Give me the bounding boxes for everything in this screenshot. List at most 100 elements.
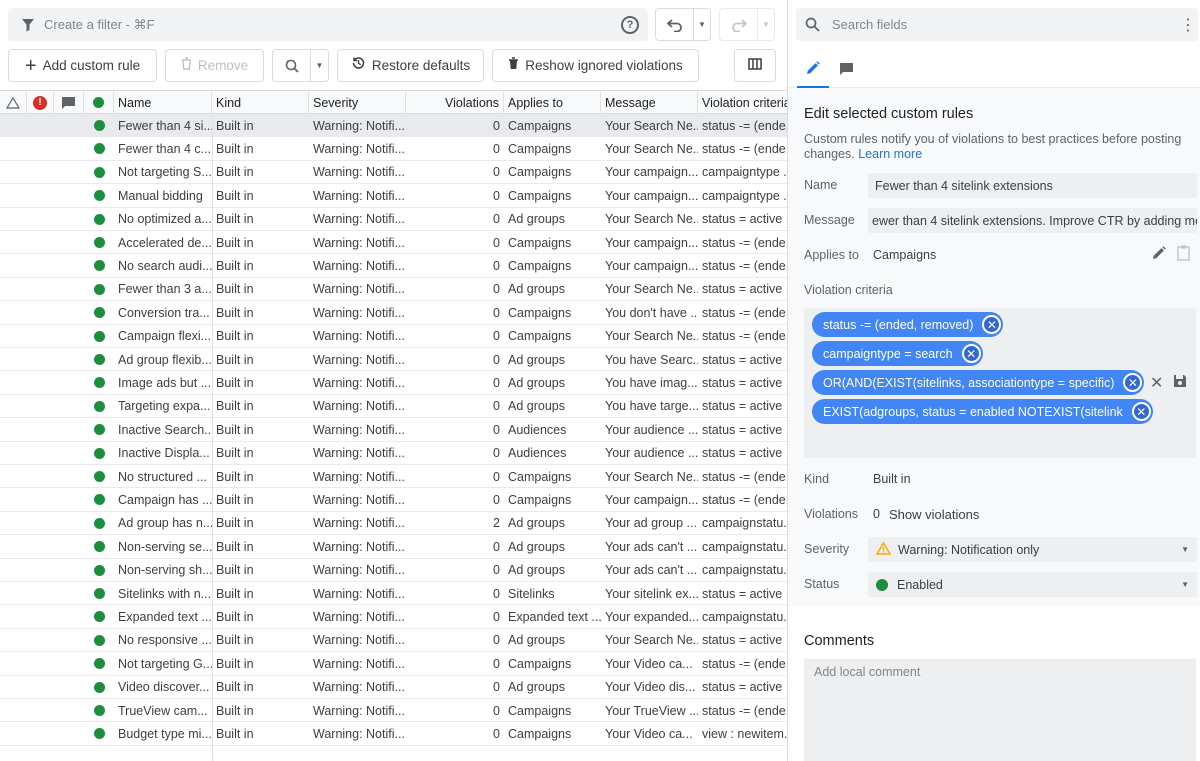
table-row[interactable]: Budget type mi... Built in Warning: Notifi… (0, 722, 787, 746)
remove-button[interactable]: Remove (165, 49, 264, 82)
cell-applies-to: Ad groups (508, 680, 565, 695)
filter-input[interactable]: Create a filter - ⌘F (44, 17, 621, 33)
redo-button-group[interactable]: ▼ (719, 8, 775, 41)
header-violations[interactable]: Violations (406, 91, 504, 114)
cell-violations: 0 (493, 235, 500, 250)
table-row[interactable]: No optimized a... Built in Warning: Notifi… (0, 208, 787, 231)
table-row[interactable]: Targeting expa... Built in Warning: Notifi… (0, 395, 787, 419)
clipboard-icon[interactable] (1177, 245, 1190, 264)
table-row[interactable]: Campaign flexi... Built in Warning: Notifi… (0, 325, 787, 348)
dropdown-arrow-icon: ▼ (1181, 580, 1189, 589)
table-row[interactable]: Non-serving se... Built in Warning: Notifi… (0, 535, 787, 559)
table-row[interactable]: Not targeting G... Built in Warning: Notif… (0, 652, 787, 676)
header-name[interactable]: Name (114, 91, 212, 114)
cell-kind: Built in (216, 422, 254, 437)
cell-severity: Warning: Notifi... (313, 212, 405, 227)
redo-icon[interactable] (720, 9, 758, 40)
tab-edit[interactable] (797, 53, 829, 88)
save-icon[interactable] (1173, 374, 1187, 391)
table-row[interactable]: Inactive Displa... Built in Warning: Notif… (0, 442, 787, 465)
name-field[interactable]: Fewer than 4 sitelink extensions (868, 173, 1197, 198)
table-row[interactable]: Non-serving sh... Built in Warning: Notifi… (0, 559, 787, 582)
chip-remove-icon[interactable]: ✕ (961, 344, 981, 363)
local-comment-input[interactable]: Add local comment (804, 659, 1196, 761)
show-violations-link[interactable]: Show violations (889, 507, 979, 522)
edit-pencil-icon[interactable] (1152, 246, 1166, 263)
table-row[interactable]: Video discover... Built in Warning: Notifi… (0, 676, 787, 699)
cell-applies-to: Campaigns (508, 329, 572, 344)
enabled-status-icon (84, 301, 114, 324)
cell-criteria: status = active ... (702, 422, 787, 437)
table-row[interactable]: Ad group flexib... Built in Warning: Notif… (0, 348, 787, 372)
table-row[interactable]: Fewer than 4 si... Built in Warning: Notif… (0, 114, 787, 138)
table-row[interactable]: TrueView cam... Built in Warning: Notifi..… (0, 699, 787, 723)
rule-editor: Edit selected custom rules Custom rules … (788, 88, 1200, 606)
status-column-icon[interactable] (84, 91, 114, 114)
undo-dropdown-icon[interactable]: ▼ (694, 9, 710, 40)
header-severity[interactable]: Severity (309, 91, 406, 114)
table-row[interactable]: No search audi... Built in Warning: Notifi… (0, 254, 787, 278)
search-fields-bar[interactable]: Search fields ⋮ (796, 8, 1198, 41)
header-applies-to[interactable]: Applies to (504, 91, 601, 114)
tab-comments[interactable] (830, 53, 862, 88)
learn-more-link[interactable]: Learn more (858, 147, 922, 161)
redo-dropdown-icon[interactable]: ▼ (758, 9, 774, 40)
columns-button[interactable] (734, 49, 776, 82)
severity-select[interactable]: Warning: Notification only ▼ (868, 537, 1197, 562)
table-row[interactable]: Ad group has n... Built in Warning: Notifi… (0, 512, 787, 536)
table-row[interactable]: Fewer than 3 a... Built in Warning: Notifi… (0, 278, 787, 302)
comment-column-icon[interactable] (54, 91, 84, 114)
cell-message: Your TrueView ... (605, 703, 698, 718)
table-row[interactable]: Sitelinks with n... Built in Warning: Noti… (0, 582, 787, 606)
header-violation-criteria[interactable]: Violation criteria (698, 91, 787, 114)
help-icon[interactable]: ? (621, 15, 639, 34)
header-message[interactable]: Message (601, 91, 698, 114)
search-replace-icon[interactable] (273, 50, 311, 81)
undo-button-group[interactable]: ▼ (655, 8, 711, 41)
table-row[interactable]: Accelerated de... Built in Warning: Notifi… (0, 231, 787, 255)
table-row[interactable]: Image ads but ... Built in Warning: Notifi… (0, 371, 787, 395)
undo-icon[interactable] (656, 9, 694, 40)
chip-remove-icon[interactable]: ✕ (982, 315, 1002, 334)
cell-applies-to: Campaigns (508, 469, 572, 484)
criteria-chip[interactable]: campaigntype = search ✕ (812, 341, 983, 366)
table-row[interactable]: Inactive Search... Built in Warning: Notif… (0, 418, 787, 442)
cell-name: Inactive Search... (118, 422, 212, 437)
error-column-icon[interactable]: ! (27, 91, 54, 114)
cell-kind: Built in (216, 516, 254, 531)
search-replace-button[interactable]: ▼ (272, 49, 329, 82)
cell-violations: 0 (493, 282, 500, 297)
header-kind[interactable]: Kind (212, 91, 309, 114)
table-row[interactable]: Campaign has ... Built in Warning: Notifi.… (0, 488, 787, 512)
table-row[interactable]: Expanded text ... Built in Warning: Notifi… (0, 605, 787, 629)
cell-kind: Built in (216, 586, 254, 601)
clear-icon[interactable]: ✕ (1150, 373, 1163, 393)
criteria-chip-label: OR(AND(EXIST(sitelinks, associationtype … (823, 375, 1115, 390)
table-row[interactable]: Conversion tra... Built in Warning: Notifi… (0, 301, 787, 325)
add-custom-rule-button[interactable]: + Add custom rule (8, 49, 157, 82)
table-row[interactable]: Fewer than 4 c... Built in Warning: Notifi… (0, 137, 787, 161)
cell-applies-to: Campaigns (508, 235, 572, 250)
filter-bar[interactable]: Create a filter - ⌘F ? (8, 8, 648, 41)
search-fields-input[interactable]: Search fields (828, 17, 1178, 32)
warning-column-icon[interactable] (0, 91, 27, 114)
chip-remove-icon[interactable]: ✕ (1131, 402, 1151, 421)
search-replace-dropdown-icon[interactable]: ▼ (311, 61, 328, 70)
table-row[interactable]: No responsive ... Built in Warning: Notifi… (0, 629, 787, 653)
violation-criteria-box[interactable]: status -= (ended, removed) ✕ campaigntyp… (804, 308, 1196, 458)
table-row[interactable]: No structured ... Built in Warning: Notifi… (0, 465, 787, 489)
more-vert-icon[interactable]: ⋮ (1178, 15, 1198, 35)
criteria-chip[interactable]: OR(AND(EXIST(sitelinks, associationtype … (812, 370, 1145, 395)
chip-remove-icon[interactable]: ✕ (1123, 373, 1143, 392)
restore-defaults-button[interactable]: Restore defaults (337, 49, 484, 82)
criteria-chip[interactable]: EXIST(adgroups, status = enabled NOTEXIS… (812, 399, 1153, 424)
criteria-chip[interactable]: status -= (ended, removed) ✕ (812, 312, 1004, 337)
cell-violations: 0 (493, 141, 500, 156)
cell-criteria: campaignstatu... (702, 539, 787, 554)
message-field[interactable]: ewer than 4 sitelink extensions. Improve… (868, 208, 1197, 233)
reshow-ignored-button[interactable]: Reshow ignored violations (492, 49, 699, 82)
status-select[interactable]: Enabled ▼ (868, 572, 1197, 597)
cell-kind: Built in (216, 609, 254, 624)
table-row[interactable]: Not targeting S... Built in Warning: Notif… (0, 161, 787, 185)
table-row[interactable]: Manual bidding Built in Warning: Notifi...… (0, 184, 787, 208)
